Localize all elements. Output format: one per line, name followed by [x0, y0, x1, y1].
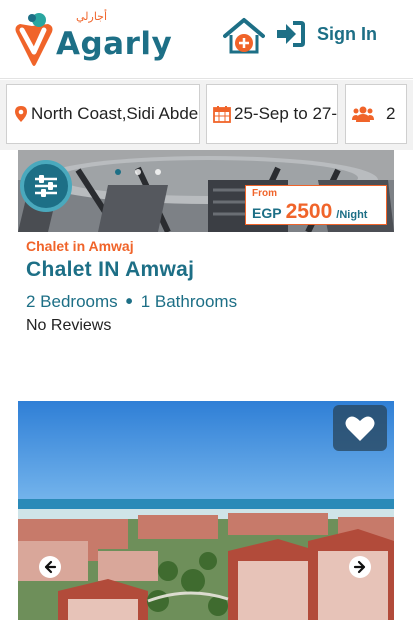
arrow-right-icon [353, 560, 366, 574]
logo-text: Agarly [56, 26, 173, 62]
next-photo-button[interactable] [349, 556, 371, 578]
guests-value: 2 [386, 104, 396, 123]
heart-icon [345, 416, 375, 441]
reviews-text: No Reviews [26, 317, 112, 334]
favorite-button[interactable] [333, 405, 387, 451]
listing-card[interactable]: From EGP 2500 /Night Chalet in Amwaj Cha… [0, 150, 413, 395]
price-currency: EGP [252, 205, 282, 221]
price-unit: /Night [336, 209, 368, 221]
arrow-left-icon [44, 560, 57, 574]
map-marker-icon [15, 106, 27, 122]
search-bar: North Coast,Sidi Abdel Rahman 25-Sep to … [0, 80, 413, 150]
bathrooms-count: 1 Bathrooms [140, 292, 238, 311]
listing-subtitle: Chalet in Amwaj [26, 238, 134, 254]
sign-in-label: Sign In [317, 23, 377, 44]
sliders-icon [35, 175, 57, 197]
date-range-field[interactable]: 25-Sep to 27-Sep [206, 84, 338, 144]
location-value: North Coast,Sidi Abdel Rahman [31, 104, 200, 123]
date-range-value: 25-Sep to 27-Sep [234, 104, 338, 123]
location-field[interactable]: North Coast,Sidi Abdel Rahman [6, 84, 200, 144]
filter-button[interactable] [20, 160, 72, 212]
listing-title[interactable]: Chalet IN Amwaj [26, 258, 194, 282]
price-from-label: From [252, 188, 277, 199]
logo-arabic-text: أجارلي [76, 11, 108, 23]
app-header: أجارلي Agarly Sign In [0, 0, 413, 78]
price-badge: From EGP 2500 /Night [245, 185, 387, 225]
guests-field[interactable]: 2 [345, 84, 407, 144]
separator-dot: • [125, 291, 133, 313]
sign-in-icon [277, 21, 305, 47]
house-plus-icon[interactable] [223, 16, 265, 56]
previous-photo-button[interactable] [39, 556, 61, 578]
listing-rooms: 2 Bedrooms • 1 Bathrooms [26, 292, 237, 312]
agarly-logo[interactable]: أجارلي Agarly [12, 11, 172, 68]
header-divider [0, 78, 413, 79]
logo-mark [15, 13, 53, 66]
calendar-icon [213, 106, 231, 123]
sign-in-button[interactable]: Sign In [275, 20, 377, 48]
price-value: 2500 [285, 200, 333, 223]
bedrooms-count: 2 Bedrooms [26, 292, 118, 311]
users-icon [352, 106, 374, 122]
